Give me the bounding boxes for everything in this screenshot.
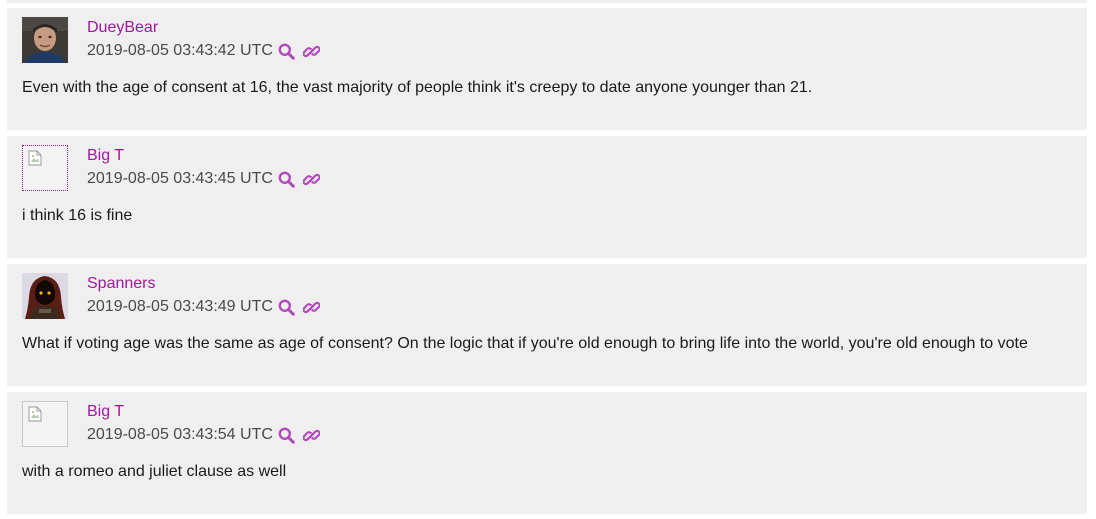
post-body: What if voting age was the same as age o… bbox=[22, 335, 1028, 352]
comment-thread: DueyBear 2019-08-05 03:43:42 UTC Even wi… bbox=[0, 0, 1096, 519]
username-link[interactable]: Spanners bbox=[87, 274, 156, 293]
post-meta: 2019-08-05 03:43:42 UTC bbox=[87, 41, 321, 61]
user-avatar[interactable] bbox=[22, 145, 68, 191]
post-meta: 2019-08-05 03:43:45 UTC bbox=[87, 169, 321, 189]
username-link[interactable]: Big T bbox=[87, 146, 124, 165]
previous-post-edge bbox=[7, 0, 1087, 3]
post-timestamp: 2019-08-05 03:43:45 UTC bbox=[87, 170, 273, 187]
username-link[interactable]: Big T bbox=[87, 402, 124, 421]
post-meta: 2019-08-05 03:43:54 UTC bbox=[87, 425, 321, 445]
broken-image-icon bbox=[28, 150, 42, 166]
post-timestamp: 2019-08-05 03:43:54 UTC bbox=[87, 426, 273, 443]
post-meta: 2019-08-05 03:43:49 UTC bbox=[87, 297, 321, 317]
broken-image-icon bbox=[28, 406, 42, 422]
post-body: with a romeo and juliet clause as well bbox=[22, 463, 287, 480]
link-icon[interactable] bbox=[303, 42, 321, 60]
search-icon[interactable] bbox=[278, 42, 296, 60]
post-timestamp: 2019-08-05 03:43:49 UTC bbox=[87, 298, 273, 315]
user-avatar[interactable] bbox=[22, 273, 68, 319]
link-icon[interactable] bbox=[303, 426, 321, 444]
post-body: Even with the age of consent at 16, the … bbox=[22, 79, 813, 96]
link-icon[interactable] bbox=[303, 298, 321, 316]
post: Big T 2019-08-05 03:43:54 UTC with a rom… bbox=[7, 392, 1087, 514]
post: DueyBear 2019-08-05 03:43:42 UTC Even wi… bbox=[7, 8, 1087, 130]
post-body: i think 16 is fine bbox=[22, 207, 133, 224]
search-icon[interactable] bbox=[278, 426, 296, 444]
post-timestamp: 2019-08-05 03:43:42 UTC bbox=[87, 42, 273, 59]
photo-avatar bbox=[22, 17, 68, 63]
search-icon[interactable] bbox=[278, 170, 296, 188]
user-avatar[interactable] bbox=[22, 401, 68, 447]
post: Spanners 2019-08-05 03:43:49 UTC What if… bbox=[7, 264, 1087, 386]
user-avatar[interactable] bbox=[22, 17, 68, 63]
post: Big T 2019-08-05 03:43:45 UTC i think 16… bbox=[7, 136, 1087, 258]
link-icon[interactable] bbox=[303, 170, 321, 188]
hooded-figure-avatar bbox=[22, 273, 68, 319]
username-link[interactable]: DueyBear bbox=[87, 18, 158, 37]
search-icon[interactable] bbox=[278, 298, 296, 316]
